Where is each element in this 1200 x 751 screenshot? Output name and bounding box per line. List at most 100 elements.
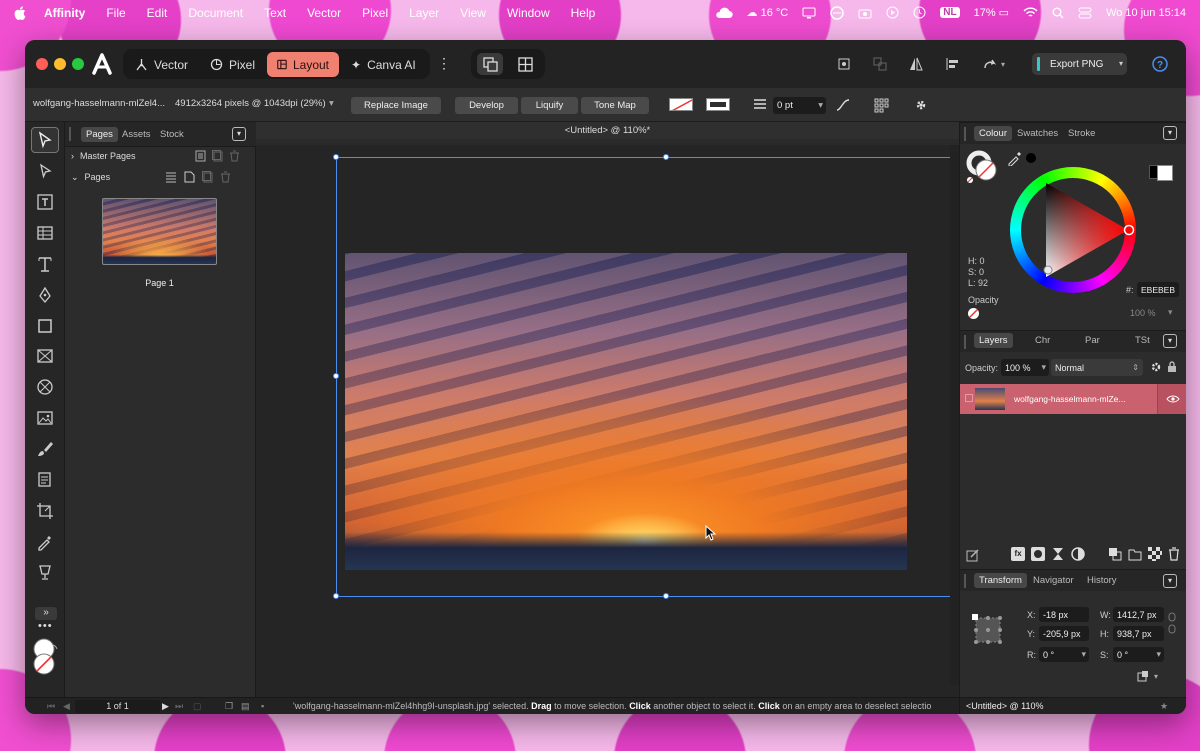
snapping-grid-icon[interactable]: [873, 97, 889, 113]
layer-opacity-field[interactable]: 100 % ▾: [1001, 359, 1049, 376]
rectangle-tool-icon[interactable]: [33, 314, 57, 338]
eyedropper-icon[interactable]: [1007, 150, 1023, 166]
pages-row[interactable]: ⌄ Pages: [71, 172, 110, 183]
tab-colour[interactable]: Colour: [974, 126, 1012, 141]
menu-pixel[interactable]: Pixel: [362, 6, 388, 20]
tab-paragraph[interactable]: Par: [1080, 333, 1105, 348]
last-page-icon[interactable]: ⏭: [175, 701, 183, 712]
checkerboard-icon[interactable]: [1148, 547, 1162, 561]
tone-map-button[interactable]: Tone Map: [581, 97, 649, 114]
ellipse-frame-tool-icon[interactable]: [33, 375, 57, 399]
wifi-icon[interactable]: [1023, 7, 1038, 18]
minimize-window-button[interactable]: [54, 58, 66, 70]
status-options-icon[interactable]: ▪: [261, 701, 264, 711]
page-list-icon[interactable]: ▤: [241, 701, 250, 712]
frame-text-tool-icon[interactable]: [33, 190, 57, 214]
opacity-none-icon[interactable]: [968, 308, 979, 319]
black-dot-swatch[interactable]: [1026, 153, 1036, 163]
tab-character[interactable]: Chr: [1030, 333, 1055, 348]
fill-stroke-swatch[interactable]: [33, 637, 59, 681]
tab-history[interactable]: History: [1082, 573, 1122, 588]
resize-handle-top-left[interactable]: [333, 154, 339, 160]
shear-field[interactable]: 0 ° ▾: [1113, 647, 1164, 662]
rotation-field[interactable]: 0 ° ▾: [1039, 647, 1089, 662]
transform-options[interactable]: ▾: [1137, 670, 1158, 682]
add-page-icon[interactable]: [184, 171, 195, 183]
studio-layout-button[interactable]: Layout: [267, 52, 339, 77]
pen-tool-icon[interactable]: [33, 283, 57, 307]
studio-canva-ai-button[interactable]: ✦ Canva AI: [341, 52, 426, 77]
menu-text[interactable]: Text: [264, 6, 286, 20]
menu-vector[interactable]: Vector: [307, 6, 341, 20]
color-picker-tool-icon[interactable]: [33, 530, 57, 554]
apple-menu-icon[interactable]: [14, 5, 26, 20]
spotlight-search-icon[interactable]: [1052, 7, 1064, 19]
artistic-text-tool-icon[interactable]: [33, 252, 57, 276]
flip-icon[interactable]: [908, 56, 924, 72]
brush-tool-icon[interactable]: [33, 437, 57, 461]
layer-checkbox[interactable]: [965, 394, 973, 402]
delete-master-icon[interactable]: [229, 150, 240, 162]
opacity-chevron-icon[interactable]: ▾: [1168, 307, 1173, 318]
duplicate-master-icon[interactable]: [212, 150, 223, 162]
layers-panel-menu-icon[interactable]: ▾: [1163, 334, 1177, 348]
primary-colour-swatch[interactable]: [1157, 165, 1173, 181]
resize-handle-bottom[interactable]: [663, 593, 669, 599]
mask-icon[interactable]: [1031, 547, 1045, 561]
x-field[interactable]: -18 px: [1039, 607, 1089, 622]
studio-pixel-button[interactable]: Pixel: [200, 52, 265, 77]
menu-window[interactable]: Window: [507, 6, 550, 20]
tab-pages[interactable]: Pages: [81, 127, 118, 142]
group-folder-icon[interactable]: [1128, 547, 1142, 561]
transform-panel-menu-icon[interactable]: ▾: [1163, 574, 1177, 588]
layer-visibility-toggle[interactable]: [1157, 384, 1186, 414]
dimensions-chevron-icon[interactable]: ▾: [329, 98, 334, 109]
menu-document[interactable]: Document: [188, 6, 243, 20]
page-options-icon[interactable]: [165, 171, 177, 183]
fill-none-swatch[interactable]: [669, 98, 693, 111]
play-icon[interactable]: [886, 6, 899, 19]
tab-text-styles[interactable]: TSt: [1130, 333, 1155, 348]
view-mode-button[interactable]: [477, 53, 503, 75]
action-menu-button[interactable]: ▾: [982, 56, 1005, 72]
fill-stroke-selector[interactable]: [966, 150, 1000, 184]
menu-view[interactable]: View: [460, 6, 486, 20]
star-icon[interactable]: ★: [1160, 701, 1168, 712]
lock-icon[interactable]: [1167, 360, 1177, 373]
menu-help[interactable]: Help: [571, 6, 596, 20]
stroke-width-field[interactable]: 0 pt ▾: [773, 97, 826, 114]
crop-tool-icon[interactable]: [33, 499, 57, 523]
place-image-tool-icon[interactable]: [33, 406, 57, 430]
affinity-logo-icon[interactable]: [91, 52, 113, 76]
pressure-curve-icon[interactable]: [835, 98, 851, 112]
camera-icon[interactable]: [858, 7, 872, 19]
menu-file[interactable]: File: [106, 6, 125, 20]
fx-icon[interactable]: fx: [1011, 547, 1025, 561]
transform-origin-icon[interactable]: [872, 56, 888, 72]
settings-gear-icon[interactable]: [914, 98, 928, 112]
trash-icon[interactable]: [1168, 547, 1180, 561]
node-tool-icon[interactable]: [33, 159, 57, 183]
tab-stroke[interactable]: Stroke: [1063, 126, 1100, 141]
anchor-point-selector[interactable]: [970, 612, 1006, 648]
canvas-area[interactable]: <Untitled> @ 110%*: [256, 122, 966, 697]
tab-assets[interactable]: Assets: [117, 127, 156, 142]
tab-transform[interactable]: Transform: [974, 573, 1027, 588]
stroke-swatch[interactable]: [706, 98, 730, 111]
duplicate-page-icon[interactable]: [202, 171, 213, 183]
develop-button[interactable]: Develop: [455, 97, 518, 114]
export-options-chevron-icon[interactable]: ▾: [1119, 59, 1123, 68]
resize-handle-top[interactable]: [663, 154, 669, 160]
page-box-icon[interactable]: ▢: [193, 701, 202, 712]
tab-stock[interactable]: Stock: [155, 127, 189, 142]
resize-handle-bottom-left[interactable]: [333, 593, 339, 599]
replace-image-button[interactable]: Replace Image: [351, 97, 441, 114]
studio-vector-button[interactable]: Vector: [125, 52, 198, 77]
page-1-thumbnail[interactable]: [102, 198, 217, 265]
move-tool-icon[interactable]: [33, 128, 57, 152]
cloud-icon[interactable]: [715, 7, 733, 19]
page-indicator[interactable]: 1 of 1: [75, 700, 160, 713]
table-tool-icon[interactable]: [33, 221, 57, 245]
close-window-button[interactable]: [36, 58, 48, 70]
weather-widget[interactable]: ☁ 16 °C: [747, 6, 789, 19]
